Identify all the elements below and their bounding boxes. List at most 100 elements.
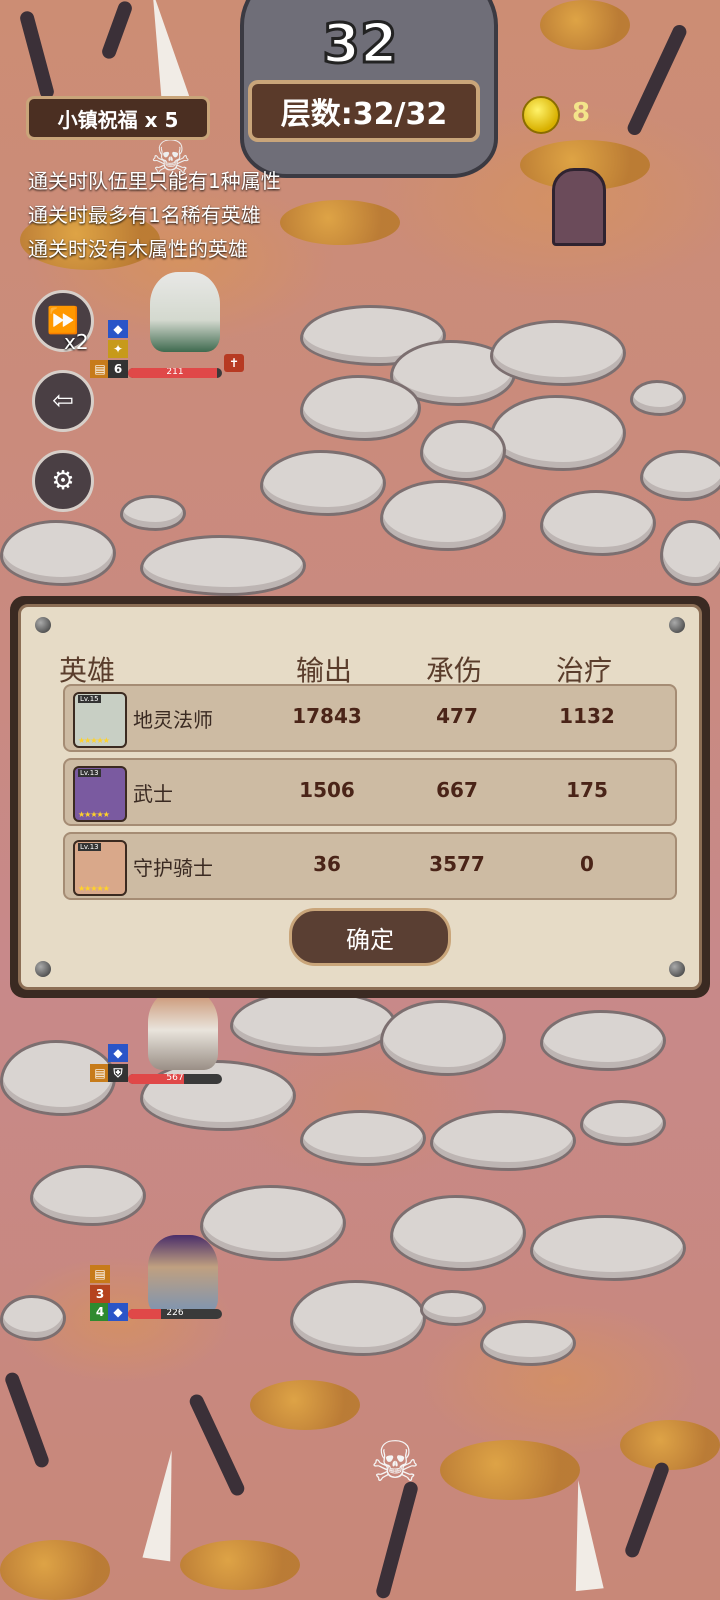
confirm-label: 确定 <box>346 925 394 954</box>
floor-label: 层数:32/32 <box>280 97 448 132</box>
bush <box>0 1540 110 1600</box>
avatar-level: Lv.13 <box>78 843 101 851</box>
level-badge: 3 <box>90 1285 110 1303</box>
stepping-stone <box>200 1185 346 1261</box>
stepping-stone <box>580 1100 666 1146</box>
header-healing: 治疗 <box>556 654 613 687</box>
panel-bolt <box>35 617 51 633</box>
stepping-stone <box>290 1280 426 1356</box>
stepping-stone <box>0 520 116 586</box>
stepping-stone <box>380 480 506 551</box>
bush <box>540 0 630 50</box>
stepping-stone <box>480 1320 576 1366</box>
stepping-stone <box>300 1110 426 1166</box>
header-output: 输出 <box>296 654 353 687</box>
buff-icon: ✝ <box>224 354 244 372</box>
skull-icon: ☠ <box>370 1430 421 1495</box>
clear-conditions: 通关时队伍里只能有1种属性 通关时最多有1名稀有英雄 通关时没有木属性的英雄 <box>28 164 281 266</box>
level-badge: 4 <box>90 1303 110 1321</box>
stepping-stone <box>380 1000 506 1076</box>
tombstone <box>552 168 606 246</box>
rank-icon: ▤ <box>90 1064 110 1082</box>
element-icon: ◆ <box>108 320 128 338</box>
confirm-button[interactable]: 确定 <box>289 908 451 966</box>
stepping-stone <box>530 1215 686 1281</box>
stepping-stone <box>390 1195 526 1271</box>
panel-bolt <box>669 617 685 633</box>
game-stage: ☠ ☠ 32 层数:32/32 小镇祝福 x 5 8 通关时队伍里只能有1种属性… <box>0 0 720 1600</box>
speed-multiplier: x2 <box>64 330 89 354</box>
exit-button[interactable]: ⇦ <box>32 370 94 432</box>
hp-value: 211 <box>166 368 184 377</box>
summary-row: Lv.13 ★★★★★ 武士 1506 667 175 <box>63 758 677 826</box>
stepping-stone <box>420 420 506 481</box>
healing-done: 0 <box>580 852 594 876</box>
battle-summary-panel: 英雄 输出 承伤 治疗 Lv.15 ★★★★★ 地灵法师 17843 477 1… <box>10 596 710 998</box>
avatar-stars: ★★★★★ <box>78 810 110 819</box>
summary-row: Lv.13 ★★★★★ 守护骑士 36 3577 0 <box>63 832 677 900</box>
hero-name: 守护骑士 <box>133 856 213 880</box>
panel-bolt <box>669 961 685 977</box>
blessing-label: 小镇祝福 x 5 <box>57 107 179 132</box>
hero-sprite <box>150 272 220 352</box>
bush <box>250 1380 360 1430</box>
stepping-stone <box>490 320 626 386</box>
stepping-stone <box>630 380 686 416</box>
hero-avatar: Lv.15 ★★★★★ <box>73 692 127 748</box>
hero-avatar: Lv.13 ★★★★★ <box>73 766 127 822</box>
stepping-stone <box>0 1295 66 1341</box>
summary-row: Lv.15 ★★★★★ 地灵法师 17843 477 1132 <box>63 684 677 752</box>
class-icon: ✦ <box>108 340 128 358</box>
stepping-stone <box>300 375 421 441</box>
floor-banner: 层数:32/32 <box>248 80 480 142</box>
header-damage-taken: 承伤 <box>426 654 483 687</box>
stepping-stone <box>540 1010 666 1071</box>
stepping-stone <box>430 1110 576 1171</box>
hero-avatar: Lv.13 ★★★★★ <box>73 840 127 896</box>
hp-bar: 226 <box>128 1309 222 1319</box>
stepping-stone <box>260 450 386 516</box>
hero-name: 地灵法师 <box>133 708 213 732</box>
damage-taken: 477 <box>436 704 478 728</box>
bush <box>280 200 400 245</box>
class-icon: ⛨ <box>108 1064 128 1082</box>
avatar-level: Lv.15 <box>78 695 101 703</box>
damage-taken: 3577 <box>429 852 485 876</box>
hp-bar: 211 <box>128 368 222 378</box>
rank-icon: ▤ <box>90 1265 110 1283</box>
element-icon: ◆ <box>108 1303 128 1321</box>
rank-icon: ▤ <box>90 360 110 378</box>
settings-button[interactable]: ⚙ <box>32 450 94 512</box>
hp-bar: 567 <box>128 1074 222 1084</box>
coin-count: 8 <box>572 98 591 128</box>
rule-line: 通关时没有木属性的英雄 <box>28 237 248 261</box>
avatar-level: Lv.13 <box>78 769 101 777</box>
hero-sprite <box>148 990 218 1070</box>
element-icon: ◆ <box>108 1044 128 1062</box>
rule-line: 通关时队伍里只能有1种属性 <box>28 169 281 193</box>
stepping-stone <box>120 495 186 531</box>
header-hero: 英雄 <box>59 654 116 687</box>
avatar-stars: ★★★★★ <box>78 884 110 893</box>
panel-bolt <box>35 961 51 977</box>
hero-sprite <box>148 1235 218 1315</box>
stepping-stone <box>660 520 720 586</box>
level-number: 32 <box>321 11 399 77</box>
stepping-stone <box>420 1290 486 1326</box>
stepping-stone <box>140 535 306 596</box>
exit-icon: ⇦ <box>52 386 74 416</box>
damage-output: 36 <box>313 852 341 876</box>
healing-done: 175 <box>566 778 608 802</box>
coin-icon <box>522 96 560 134</box>
hp-value: 226 <box>166 1309 184 1318</box>
level-badge: 6 <box>108 360 128 378</box>
hero-name: 武士 <box>133 782 173 806</box>
panel-inner: 英雄 输出 承伤 治疗 Lv.15 ★★★★★ 地灵法师 17843 477 1… <box>18 604 702 990</box>
hp-value: 567 <box>166 1074 184 1083</box>
stepping-stone <box>230 990 396 1056</box>
damage-output: 1506 <box>299 778 355 802</box>
town-blessing-badge[interactable]: 小镇祝福 x 5 <box>26 96 210 140</box>
stepping-stone <box>140 1060 296 1131</box>
avatar-stars: ★★★★★ <box>78 736 110 745</box>
damage-taken: 667 <box>436 778 478 802</box>
